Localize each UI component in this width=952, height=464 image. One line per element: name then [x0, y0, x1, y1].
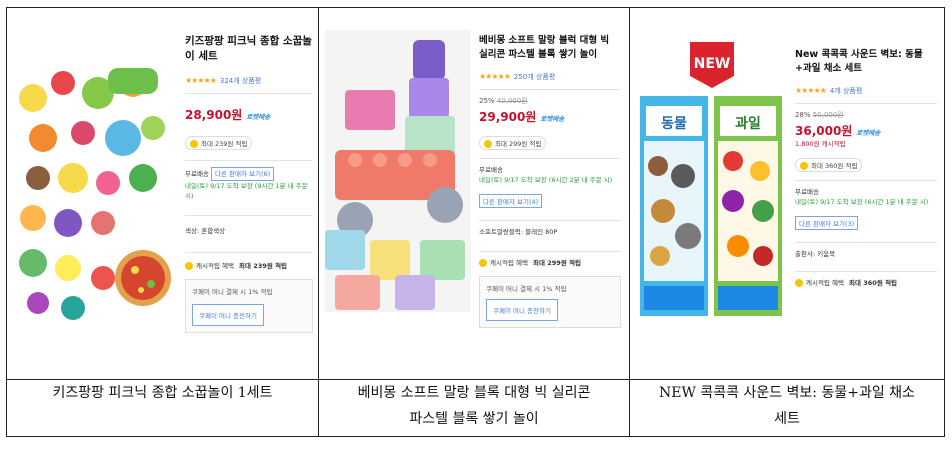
cash-value: 최대 239원 적립: [239, 262, 288, 270]
product-title[interactable]: 키즈팡팡 피크닉 종합 소꿉놀이 세트: [185, 34, 313, 64]
coupay-charge-button[interactable]: 쿠페이 머니 충전하기: [192, 304, 264, 326]
caption-3: NEW 콕콕콕 사운드 벽보: 동물+과일 채소 세트: [629, 379, 945, 437]
reward-points: 최대 360원 적립: [811, 162, 858, 170]
delivery-eta: 내일(토) 9/17 도착 보장 (6시간 2분 내 주문 시): [479, 176, 613, 184]
product-info-panel: New 콕콕콕 사운드 벽보: 동물+과일 채소 세트 ★★★★★ 4개 상품평 …: [795, 48, 937, 288]
other-seller-link[interactable]: 다른 판매자 보기(3): [795, 216, 859, 230]
rating-stars: ★★★★★: [479, 72, 511, 81]
option-label: 소프트말랑블럭: 블레인 80P: [479, 228, 558, 236]
rating-stars: ★★★★★: [185, 76, 217, 85]
coupay-box: 쿠페이 머니 결제 시 1% 적립 쿠페이 머니 충전하기: [479, 276, 621, 328]
cash-back-line: 1,800원 캐시적립: [795, 140, 846, 148]
product-title[interactable]: 베비몽 소프트 말랑 블럭 대형 빅 실리콘 파스텔 블록 쌓기 놀이: [479, 34, 621, 62]
shipping-label: 무료배송: [185, 170, 209, 178]
product-comparison-table: 키즈팡팡 피크닉 종합 소꿉놀이 세트 ★★★★★ 324개 상품평 28,900…: [6, 7, 945, 437]
cash-value: 최대 360원 적립: [849, 279, 898, 287]
caption-line-1: NEW 콕콕콕 사운드 벽보: 동물+과일 채소: [659, 385, 915, 401]
cash-coin-icon: [795, 279, 803, 287]
cash-label: 캐시적립 혜택: [490, 259, 528, 267]
discount-rate: 28%: [795, 111, 811, 119]
shipping-label: 무료배송: [479, 166, 503, 174]
caption-1: 키즈팡팡 피크닉 종합 소꿉놀이 1세트: [6, 379, 319, 437]
caption-line-2: 파스텔 블록 쌓기 놀이: [409, 411, 539, 427]
cash-label: 캐시적립 혜택: [806, 279, 844, 287]
cash-label: 캐시적립 혜택: [196, 262, 234, 270]
coupay-box: 쿠페이 머니 결제 시 1% 적립 쿠페이 머니 충전하기: [185, 279, 313, 333]
caption-line-1: 베비몽 소프트 말랑 블록 대형 빅 실리콘: [357, 385, 591, 401]
new-badge: NEW: [694, 56, 731, 72]
option-label: 출판사: 키움북: [795, 250, 836, 258]
sound-poster-image: NEW 동물 과일: [638, 36, 786, 318]
review-count-link[interactable]: 324개 상품평: [220, 77, 261, 85]
caption-line-2: 세트: [774, 411, 800, 427]
cash-coin-icon: [479, 259, 487, 267]
coin-icon: [190, 140, 198, 148]
original-price: 40,000원: [496, 97, 528, 105]
shipping-label: 무료배송: [795, 188, 819, 196]
caption-text: 키즈팡팡 피크닉 종합 소꿉놀이 1세트: [52, 385, 273, 401]
rating-stars: ★★★★★: [795, 86, 827, 95]
silicone-block-image: [325, 30, 471, 312]
picnic-toy-image: [13, 38, 173, 328]
rocket-delivery-badge: 로켓배송: [246, 113, 271, 121]
option-label: 색상: 혼합색상: [185, 227, 226, 235]
product-info-panel: 키즈팡팡 피크닉 종합 소꿉놀이 세트 ★★★★★ 324개 상품평 28,900…: [185, 34, 313, 333]
rocket-delivery-badge: 로켓배송: [540, 115, 565, 123]
poster-left-title: 동물: [661, 116, 687, 132]
poster-right-title: 과일: [735, 116, 761, 132]
coin-icon: [800, 162, 808, 170]
product-screenshot-1: 키즈팡팡 피크닉 종합 소꿉놀이 세트 ★★★★★ 324개 상품평 28,900…: [6, 7, 319, 380]
cash-value: 최대 299원 적립: [533, 259, 582, 267]
other-seller-link[interactable]: 다른 판매자 보기(6): [211, 167, 275, 181]
product-info-panel: 베비몽 소프트 말랑 블럭 대형 빅 실리콘 파스텔 블록 쌓기 놀이 ★★★★…: [479, 34, 621, 328]
product-title[interactable]: New 콕콕콕 사운드 벽보: 동물+과일 채소 세트: [795, 48, 937, 76]
review-count-link[interactable]: 4개 상품평: [830, 87, 862, 95]
sale-price: 28,900원: [185, 108, 243, 122]
delivery-eta: 내일(토) 9/17 도착 보장 (9시간 1분 내 주문 시): [185, 182, 308, 200]
product-screenshot-2: 베비몽 소프트 말랑 블럭 대형 빅 실리콘 파스텔 블록 쌓기 놀이 ★★★★…: [318, 7, 630, 380]
coupay-text: 쿠페이 머니 결제 시 1% 적립: [486, 285, 567, 293]
rocket-delivery-badge: 로켓배송: [856, 129, 881, 137]
sale-price: 36,000원: [795, 124, 853, 138]
review-count-link[interactable]: 250개 상품평: [514, 73, 555, 81]
other-seller-link[interactable]: 다른 판매자 보기(4): [479, 194, 543, 208]
reward-points: 최대 239원 적립: [201, 140, 248, 148]
original-price: 50,000원: [812, 111, 844, 119]
cash-coin-icon: [185, 262, 193, 270]
discount-rate: 25%: [479, 97, 495, 105]
coupay-charge-button[interactable]: 쿠페이 머니 충전하기: [486, 299, 558, 321]
coin-icon: [484, 140, 492, 148]
caption-2: 베비몽 소프트 말랑 블록 대형 빅 실리콘 파스텔 블록 쌓기 놀이: [318, 379, 630, 437]
sale-price: 29,900원: [479, 110, 537, 124]
product-screenshot-3: NEW 동물 과일 New 콕콕콕 사운드 벽보: 동물+과일 채소 세트 ★★…: [629, 7, 945, 380]
reward-points: 최대 299원 적립: [495, 140, 542, 148]
delivery-eta: 내일(토) 9/17 도착 보장 (6시간 1분 내 주문 시): [795, 198, 929, 206]
coupay-text: 쿠페이 머니 결제 시 1% 적립: [192, 288, 273, 296]
